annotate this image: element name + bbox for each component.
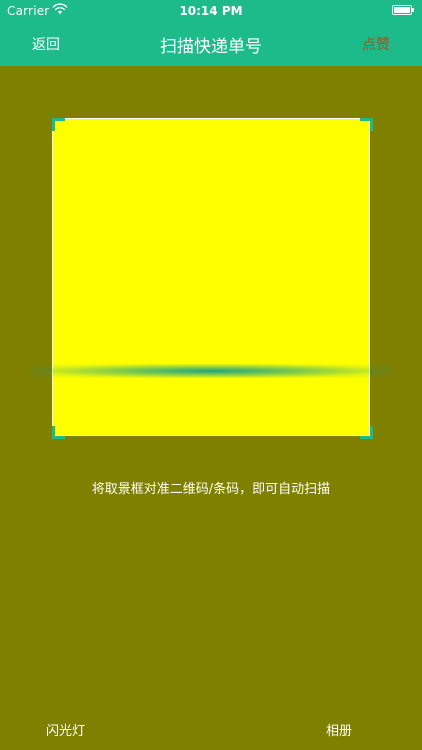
album-button[interactable]: 相册 — [326, 720, 352, 739]
scan-frame — [52, 118, 370, 436]
scan-frame-corner-top-left — [52, 118, 65, 131]
scan-frame-corner-bottom-right — [360, 426, 373, 439]
scan-line — [30, 364, 392, 378]
navigation-bar: 返回 扫描快递单号 点赞 — [0, 22, 422, 66]
like-button[interactable]: 点赞 — [362, 34, 390, 54]
scan-frame-corner-top-right — [360, 118, 373, 131]
top-bar: Carrier 10:14 PM 返回 扫描快递单号 点赞 — [0, 0, 422, 66]
battery-icon — [392, 5, 416, 16]
scan-hint: 将取景框对准二维码/条码，即可自动扫描 — [91, 482, 331, 497]
status-bar: Carrier 10:14 PM — [0, 0, 422, 22]
scan-frame-corner-bottom-left — [52, 426, 65, 439]
page-title: 扫描快递单号 — [160, 37, 262, 57]
flashlight-button[interactable]: 闪光灯 — [46, 720, 85, 739]
status-time: 10:14 PM — [179, 4, 243, 18]
